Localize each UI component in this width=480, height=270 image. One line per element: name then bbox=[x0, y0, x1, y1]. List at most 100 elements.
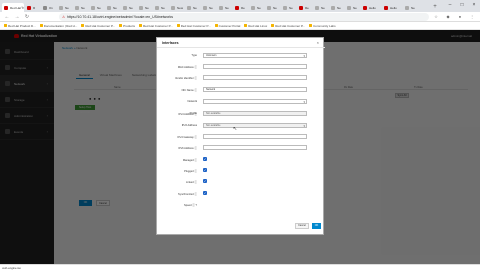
managed-checkbox[interactable]: ✓ bbox=[203, 157, 207, 161]
tab-strip: Red Hat V × R Ov Ne Ne Ne Ne Ne Ne Ne New… bbox=[0, 0, 480, 12]
browser-tab[interactable]: Ne bbox=[249, 3, 264, 12]
minimize-button[interactable]: – bbox=[444, 0, 456, 10]
cancel-button[interactable]: Cancel bbox=[295, 223, 309, 229]
favicon-icon bbox=[235, 5, 239, 10]
favicon-icon bbox=[75, 5, 79, 10]
browser-tab[interactable]: Ne bbox=[265, 3, 280, 12]
ipv4-gateway-label: IPv4 Gateway ⓘ bbox=[177, 136, 197, 139]
type-label: Type bbox=[191, 54, 197, 57]
browser-tab[interactable]: Ne bbox=[105, 3, 120, 12]
profile-icon[interactable]: ● bbox=[456, 13, 464, 21]
ipv6-address-2-field[interactable] bbox=[203, 145, 307, 150]
favicon-icon bbox=[107, 5, 111, 10]
browser-tab[interactable]: Ne bbox=[403, 3, 425, 12]
ipv4-gateway-field[interactable] bbox=[203, 134, 307, 139]
browser-toolbar: ← → ↻ ⚠ https://10.70.41.18/ovirt-engine… bbox=[0, 12, 480, 22]
favicon-icon bbox=[43, 5, 47, 10]
menu-kebab-icon[interactable]: ⋮ bbox=[468, 13, 476, 21]
browser-tab[interactable]: Re bbox=[297, 3, 312, 12]
dialog-title: Interfaces bbox=[162, 41, 179, 45]
bookmark-item[interactable]: Red Hat Customer P... bbox=[138, 24, 173, 28]
bookmark-item[interactable]: Red Hat Customer P... bbox=[176, 24, 211, 28]
browser-tab[interactable]: Ne bbox=[57, 3, 72, 12]
browser-tab[interactable]: Re bbox=[233, 3, 248, 12]
mouse-cursor-icon: ↖ bbox=[233, 126, 238, 132]
maximize-button[interactable]: □ bbox=[456, 0, 468, 10]
bookmark-icon bbox=[39, 24, 43, 27]
browser-tab[interactable]: Ne bbox=[121, 3, 136, 12]
favicon-icon bbox=[155, 5, 159, 10]
bookmark-icon bbox=[176, 24, 180, 27]
browser-tab[interactable]: New bbox=[169, 3, 184, 12]
redhat-favicon-icon bbox=[4, 5, 8, 10]
favicon-icon bbox=[315, 5, 319, 10]
address-bar[interactable]: ⚠ https://10.70.41.18/ovirt-engine/webad… bbox=[59, 13, 429, 21]
favicon-icon bbox=[171, 5, 175, 10]
type-select[interactable]: Unknown bbox=[203, 53, 307, 58]
close-icon[interactable]: × bbox=[317, 40, 319, 45]
back-arrow-icon[interactable]: ← bbox=[3, 13, 11, 21]
browser-tab[interactable]: Ne bbox=[217, 3, 232, 12]
ipv4-address-label: IPv4 Address ⓘ bbox=[178, 113, 197, 116]
nic-name-field[interactable]: Network bbox=[203, 87, 307, 92]
bookmark-item[interactable]: Red Hat Linux bbox=[244, 24, 267, 28]
vendor-identifier-field[interactable] bbox=[203, 75, 307, 80]
divider bbox=[157, 47, 325, 48]
browser-tab[interactable]: Hello bbox=[361, 3, 381, 12]
ipv6-address-select[interactable]: Not available bbox=[203, 123, 307, 128]
browser-tab[interactable]: Ne bbox=[281, 3, 296, 12]
favicon-icon bbox=[363, 5, 367, 10]
browser-tab[interactable]: Ne bbox=[89, 3, 104, 12]
bookmark-item[interactable]: Red Hat Customer P... bbox=[81, 24, 115, 28]
star-icon[interactable]: ☆ bbox=[432, 13, 440, 21]
download-bar: ovirt-engine.iso bbox=[0, 264, 480, 270]
plugged-checkbox[interactable]: ✓ bbox=[203, 168, 207, 172]
managed-label: Managed ⓘ bbox=[182, 159, 197, 162]
browser-tab[interactable]: R bbox=[25, 3, 40, 12]
download-item[interactable]: ovirt-engine.iso bbox=[2, 266, 21, 270]
bookmark-item[interactable]: Community Labs bbox=[309, 24, 336, 28]
browser-tab[interactable]: Ne bbox=[137, 3, 152, 12]
bookmark-item[interactable]: Red Hat Product D... bbox=[4, 24, 36, 28]
browser-tab[interactable]: Ne bbox=[329, 3, 344, 12]
favicon-icon bbox=[27, 5, 31, 10]
bookmark-item[interactable]: Red Hat Customer P... bbox=[271, 24, 305, 28]
favicon-icon bbox=[187, 5, 191, 10]
browser-tab[interactable]: Hello bbox=[382, 3, 402, 12]
reload-icon[interactable]: ↻ bbox=[23, 13, 31, 21]
vendor-identifier-label: Vendor identifier ⓘ bbox=[174, 77, 197, 80]
network-field[interactable] bbox=[203, 99, 307, 104]
linked-label: Linked ⓘ bbox=[186, 181, 197, 184]
close-tab-icon[interactable]: × bbox=[21, 5, 23, 9]
bookmark-item[interactable]: Customer Portal bbox=[214, 24, 240, 28]
browser-tab[interactable]: Ne bbox=[345, 3, 360, 12]
bookmark-item[interactable]: Documentation | Red H... bbox=[39, 24, 77, 28]
new-tab-button[interactable]: + bbox=[431, 3, 439, 11]
ok-button[interactable]: OK bbox=[312, 223, 321, 229]
synchronized-checkbox[interactable]: ✓ bbox=[203, 191, 207, 195]
network-label: Network bbox=[187, 100, 197, 103]
browser-tab[interactable]: Red Hat V × bbox=[2, 3, 24, 12]
browser-tab[interactable]: Ne bbox=[201, 3, 216, 12]
browser-tab[interactable]: Ne bbox=[185, 3, 200, 12]
interfaces-dialog: Interfaces × Type Unknown MAC Address ⓘ … bbox=[156, 37, 325, 235]
bookmark-icon bbox=[119, 24, 123, 27]
bookmark-icon bbox=[244, 24, 248, 27]
favicon-icon bbox=[139, 5, 143, 10]
bookmark-icon bbox=[138, 24, 142, 27]
favicon-icon bbox=[91, 5, 95, 10]
favicon-icon bbox=[203, 5, 207, 10]
bookmark-item[interactable]: Products bbox=[119, 24, 135, 28]
forward-arrow-icon[interactable]: → bbox=[13, 13, 21, 21]
nic-name-label: NIC Name ⓘ bbox=[181, 89, 197, 92]
browser-tab[interactable]: Ne bbox=[73, 3, 88, 12]
close-window-button[interactable]: × bbox=[468, 0, 480, 10]
browser-window: Red Hat V × R Ov Ne Ne Ne Ne Ne Ne Ne New… bbox=[0, 0, 480, 270]
browser-tab[interactable]: Ne bbox=[153, 3, 168, 12]
favicon-icon bbox=[299, 5, 303, 10]
linked-checkbox[interactable]: ✓ bbox=[203, 179, 207, 183]
browser-tab[interactable]: Ov bbox=[41, 3, 56, 12]
browser-tab[interactable]: Ne bbox=[313, 3, 328, 12]
mac-address-field[interactable] bbox=[203, 64, 307, 69]
extension-icon[interactable]: ◆ bbox=[444, 13, 452, 21]
